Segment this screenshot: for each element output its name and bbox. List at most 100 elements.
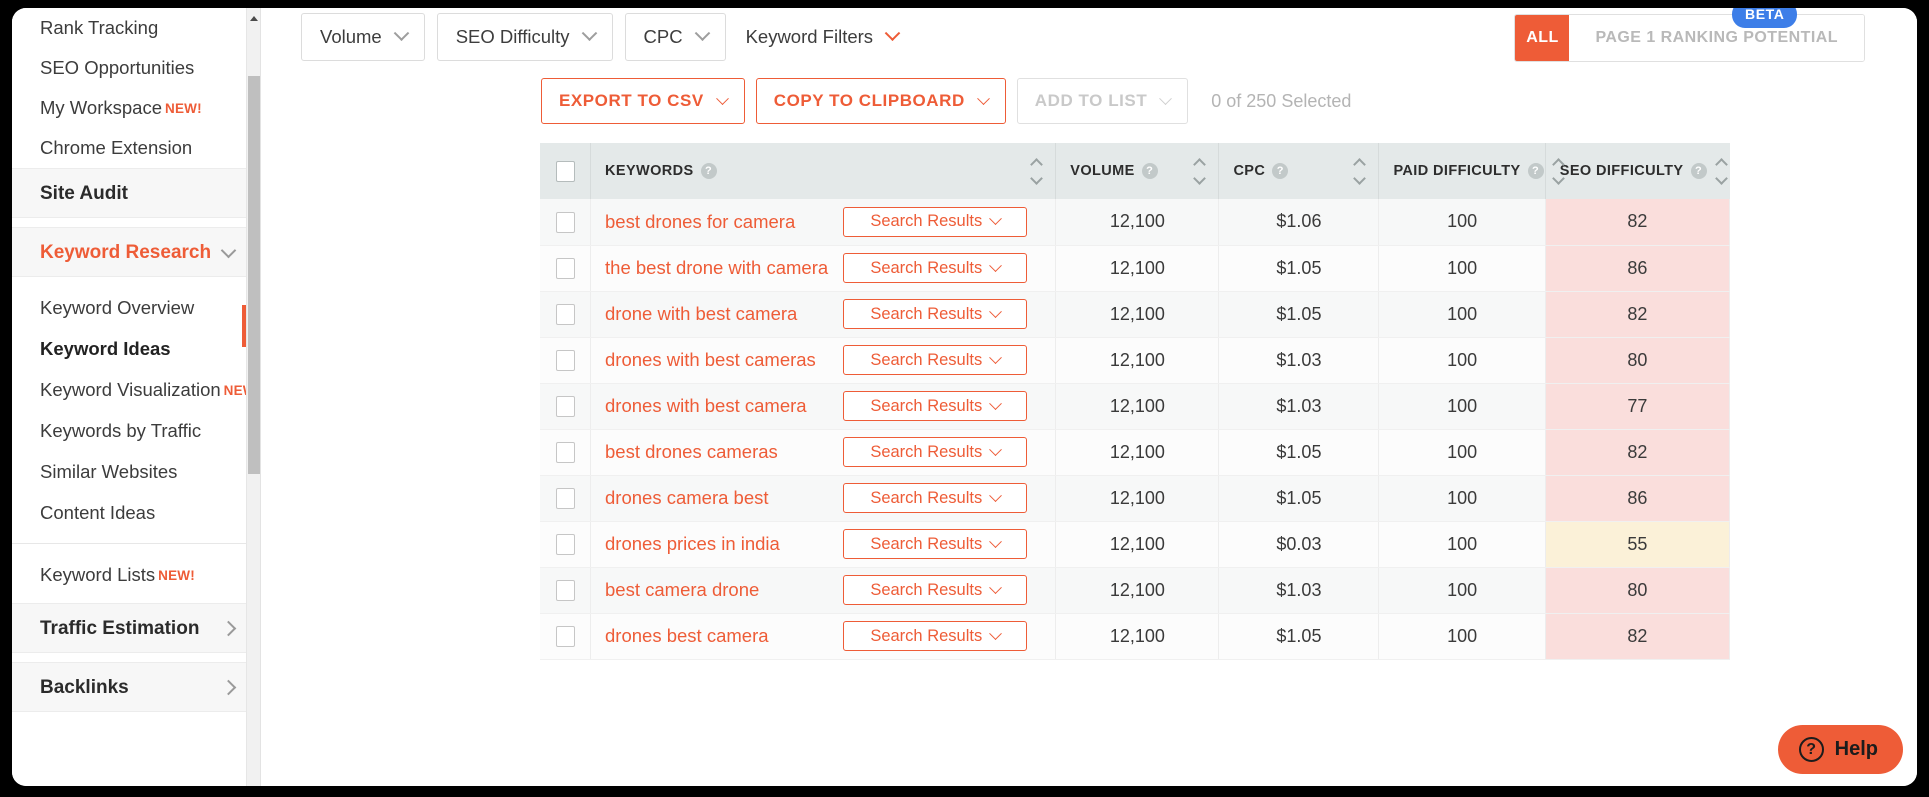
keyword-link[interactable]: drones best camera <box>605 625 769 647</box>
sidebar-item-label: Rank Tracking <box>40 17 159 38</box>
toggle-page1-ranking-potential[interactable]: PAGE 1 RANKING POTENTIAL <box>1569 15 1864 61</box>
sidebar-item-chrome-extension[interactable]: Chrome Extension <box>12 128 260 168</box>
column-header-paid-difficulty[interactable]: PAID DIFFICULTY ? <box>1378 143 1565 199</box>
sidebar-item-rank-tracking[interactable]: Rank Tracking <box>12 8 260 48</box>
paid-difficulty-cell: 100 <box>1378 475 1546 522</box>
search-results-button[interactable]: Search Results <box>843 299 1028 329</box>
row-select-cell <box>540 475 592 522</box>
export-to-csv-button[interactable]: EXPORT TO CSV <box>541 78 745 124</box>
sidebar-section-traffic-estimation[interactable]: Traffic Estimation <box>12 603 260 653</box>
scrollbar-thumb[interactable] <box>248 76 260 474</box>
sidebar-item-label: Keyword Ideas <box>40 338 171 359</box>
table-head: KEYWORDS ? VOLUME ? CPC ? PAID DIFFICULT… <box>540 143 1730 199</box>
filter-label: Volume <box>320 26 382 47</box>
volume-cell: 12,100 <box>1055 199 1220 246</box>
keyword-link[interactable]: drones with best cameras <box>605 349 816 371</box>
sidebar-scrollbar[interactable] <box>246 8 260 786</box>
search-results-button[interactable]: Search Results <box>843 253 1028 283</box>
search-results-button[interactable]: Search Results <box>843 575 1028 605</box>
row-select-cell <box>540 521 592 568</box>
search-results-button[interactable]: Search Results <box>843 621 1028 651</box>
volume-cell: 12,100 <box>1055 245 1220 292</box>
chevron-right-icon <box>220 620 237 637</box>
keyword-link[interactable]: drones prices in india <box>605 533 780 555</box>
search-results-button[interactable]: Search Results <box>843 391 1028 421</box>
row-checkbox[interactable] <box>555 533 575 555</box>
filter-volume[interactable]: Volume <box>301 13 425 61</box>
chevron-down-icon <box>989 212 1003 226</box>
sort-toggle-volume[interactable] <box>1193 157 1207 185</box>
filter-label: Keyword Filters <box>745 26 874 47</box>
help-widget-label: Help <box>1834 738 1878 760</box>
row-checkbox[interactable] <box>555 211 575 233</box>
copy-to-clipboard-button[interactable]: COPY TO CLIPBOARD <box>755 78 1006 124</box>
sidebar-item-keyword-visualization[interactable]: Keyword Visualization NEW! <box>12 369 260 410</box>
help-widget-button[interactable]: ? Help <box>1777 725 1903 774</box>
row-checkbox[interactable] <box>555 395 575 417</box>
chevron-down-icon <box>989 626 1003 640</box>
row-checkbox[interactable] <box>555 579 575 601</box>
sort-toggle-cpc[interactable] <box>1353 157 1367 185</box>
keyword-link[interactable]: drone with best camera <box>605 303 797 325</box>
export-to-csv-label: EXPORT TO CSV <box>559 91 704 110</box>
sidebar-item-my-workspace[interactable]: My Workspace NEW! <box>12 88 260 128</box>
keyword-link[interactable]: best drones cameras <box>605 441 778 463</box>
filter-cpc[interactable]: CPC <box>624 13 726 61</box>
sidebar-item-keywords-by-traffic[interactable]: Keywords by Traffic <box>12 410 260 451</box>
filter-keyword-filters[interactable]: Keyword Filters <box>738 13 906 61</box>
keyword-link[interactable]: drones with best camera <box>605 395 807 417</box>
keyword-link[interactable]: drones camera best <box>605 487 769 509</box>
help-icon[interactable]: ? <box>1272 163 1289 179</box>
add-to-list-button[interactable]: ADD TO LIST <box>1016 78 1189 124</box>
sort-toggle-keywords[interactable] <box>1030 157 1044 185</box>
volume-cell: 12,100 <box>1055 521 1220 568</box>
select-all-checkbox[interactable] <box>555 160 575 182</box>
scroll-up-arrow-icon[interactable] <box>250 16 258 21</box>
help-icon[interactable]: ? <box>1141 163 1158 179</box>
chevron-down-icon <box>989 396 1003 410</box>
sidebar-item-content-ideas[interactable]: Content Ideas <box>12 492 260 533</box>
sidebar-item-similar-websites[interactable]: Similar Websites <box>12 451 260 492</box>
column-header-seo-difficulty[interactable]: SEO DIFFICULTY ? <box>1545 143 1730 199</box>
paid-difficulty-cell: 100 <box>1378 199 1546 246</box>
filter-seo-difficulty[interactable]: SEO Difficulty <box>436 13 613 61</box>
row-checkbox[interactable] <box>555 487 575 509</box>
row-select-cell <box>540 613 592 660</box>
add-to-list-label: ADD TO LIST <box>1034 91 1148 110</box>
help-icon[interactable]: ? <box>1690 163 1707 179</box>
help-icon[interactable]: ? <box>700 163 717 179</box>
help-icon[interactable]: ? <box>1527 163 1544 179</box>
row-checkbox[interactable] <box>555 257 575 279</box>
keyword-link[interactable]: the best drone with camera <box>605 257 828 279</box>
search-results-button[interactable]: Search Results <box>843 483 1028 513</box>
sidebar-item-keyword-lists[interactable]: Keyword Lists NEW! <box>12 554 260 595</box>
sidebar-item-keyword-ideas[interactable]: Keyword Ideas <box>12 328 260 369</box>
sidebar-item-label: Chrome Extension <box>40 137 193 158</box>
new-badge: NEW! <box>158 568 195 583</box>
column-header-volume[interactable]: VOLUME ? <box>1055 143 1220 199</box>
sidebar-section-keyword-research[interactable]: Keyword Research <box>12 227 260 277</box>
row-checkbox[interactable] <box>555 349 575 371</box>
paid-difficulty-cell: 100 <box>1378 613 1546 660</box>
sidebar-section-site-audit[interactable]: Site Audit <box>12 168 260 218</box>
sidebar-section-backlinks[interactable]: Backlinks <box>12 662 260 712</box>
toggle-all[interactable]: ALL <box>1515 15 1570 61</box>
search-results-button[interactable]: Search Results <box>843 206 1028 237</box>
column-header-keywords[interactable]: KEYWORDS ? <box>590 143 1057 199</box>
search-results-button[interactable]: Search Results <box>843 437 1028 467</box>
row-checkbox[interactable] <box>555 625 575 647</box>
column-header-cpc[interactable]: CPC ? <box>1218 143 1380 199</box>
search-results-label: Search Results <box>870 258 983 277</box>
action-toolbar: EXPORT TO CSV COPY TO CLIPBOARD ADD TO L… <box>541 78 1351 124</box>
keyword-link[interactable]: best camera drone <box>605 579 759 601</box>
search-results-button[interactable]: Search Results <box>843 345 1028 375</box>
keywords-table: KEYWORDS ? VOLUME ? CPC ? PAID DIFFICULT… <box>540 143 1731 660</box>
row-checkbox[interactable] <box>555 441 575 463</box>
search-results-button[interactable]: Search Results <box>843 529 1028 559</box>
question-mark-icon: ? <box>1798 737 1824 762</box>
keyword-link[interactable]: best drones for camera <box>605 211 795 233</box>
sidebar-item-seo-opportunities[interactable]: SEO Opportunities <box>12 48 260 88</box>
sidebar-item-keyword-overview[interactable]: Keyword Overview <box>12 287 260 328</box>
sort-toggle-seo-difficulty[interactable] <box>1714 157 1728 185</box>
row-checkbox[interactable] <box>555 303 575 325</box>
